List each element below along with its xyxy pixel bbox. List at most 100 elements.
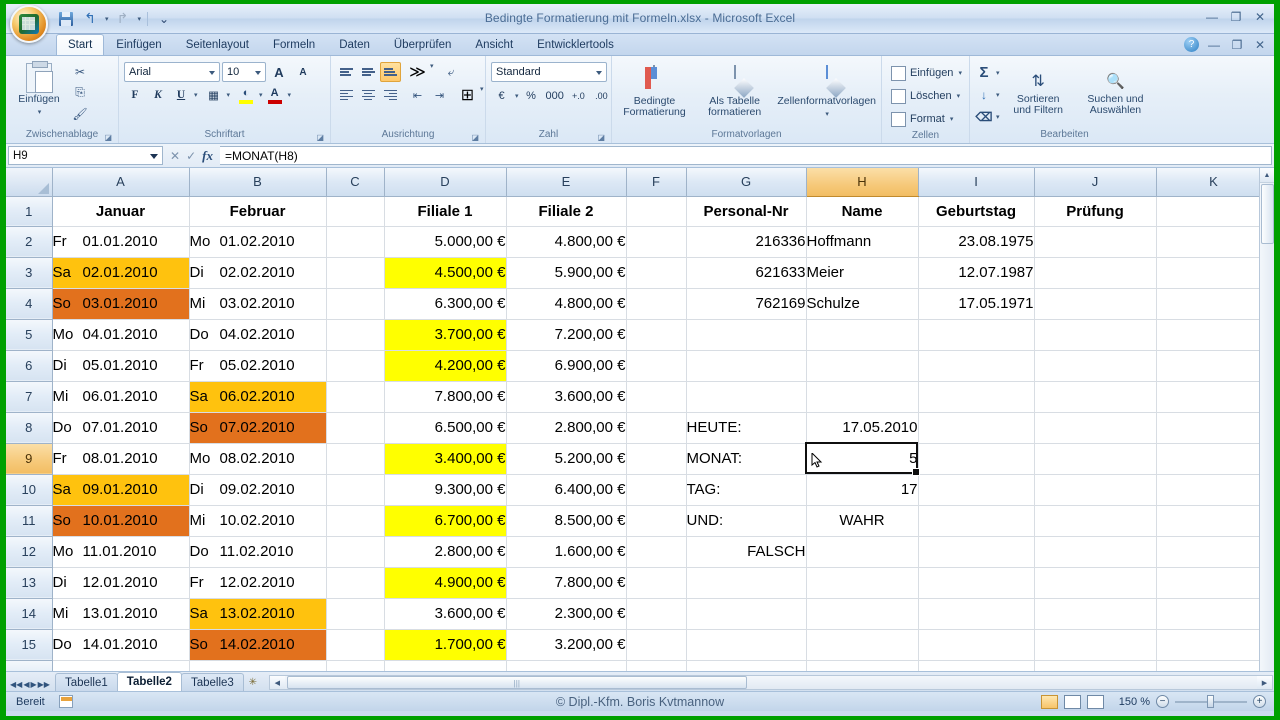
cell-A14[interactable]: Mi13.01.2010 bbox=[52, 598, 189, 629]
fill-button[interactable]: ↓ ▾ bbox=[975, 84, 1000, 105]
scroll-left-button[interactable]: ◀ bbox=[270, 676, 285, 689]
cell-C2[interactable] bbox=[326, 226, 384, 257]
cell-E3[interactable]: 5.900,00 € bbox=[506, 257, 626, 288]
cell-J16[interactable] bbox=[1034, 660, 1156, 671]
fill-color-dropdown-icon[interactable]: ▾ bbox=[259, 91, 263, 99]
cell-C1[interactable] bbox=[326, 196, 384, 226]
row-header-7[interactable]: 7 bbox=[6, 381, 52, 412]
cell-E10[interactable]: 6.400,00 € bbox=[506, 474, 626, 505]
cell-H2[interactable]: Hoffmann bbox=[806, 226, 918, 257]
cell-I14[interactable] bbox=[918, 598, 1034, 629]
cell-H4[interactable]: Schulze bbox=[806, 288, 918, 319]
bold-button[interactable]: F bbox=[124, 85, 146, 105]
cell-K9[interactable] bbox=[1156, 443, 1271, 474]
row-header-16[interactable]: 16 bbox=[6, 660, 52, 671]
cell-I2[interactable]: 23.08.1975 bbox=[918, 226, 1034, 257]
column-header-k[interactable]: K bbox=[1156, 168, 1271, 196]
cell-G15[interactable] bbox=[686, 629, 806, 660]
cell-E7[interactable]: 3.600,00 € bbox=[506, 381, 626, 412]
cell-J5[interactable] bbox=[1034, 319, 1156, 350]
shrink-font-button[interactable]: A bbox=[292, 62, 314, 82]
format-painter-button[interactable]: 🖌 bbox=[70, 104, 90, 123]
cell-E9[interactable]: 5.200,00 € bbox=[506, 443, 626, 474]
cell-G5[interactable] bbox=[686, 319, 806, 350]
scroll-up-button[interactable]: ▲ bbox=[1260, 168, 1274, 183]
cell-F13[interactable] bbox=[626, 567, 686, 598]
wrap-text-button[interactable]: ⤶ bbox=[441, 62, 462, 82]
cell-H16[interactable] bbox=[806, 660, 918, 671]
cell-H1[interactable]: Name bbox=[806, 196, 918, 226]
tab-einfuegen[interactable]: Einfügen bbox=[104, 34, 173, 55]
cell-G6[interactable] bbox=[686, 350, 806, 381]
first-sheet-button[interactable]: ◀◀ bbox=[10, 680, 22, 689]
cancel-formula-icon[interactable]: ✕ bbox=[170, 149, 180, 163]
row-header-8[interactable]: 8 bbox=[6, 412, 52, 443]
tab-formeln[interactable]: Formeln bbox=[261, 34, 327, 55]
font-dialog-launcher[interactable]: ◪ bbox=[316, 133, 324, 142]
align-middle-button[interactable] bbox=[358, 62, 379, 82]
cell-J13[interactable] bbox=[1034, 567, 1156, 598]
orientation-dropdown-icon[interactable]: ▾ bbox=[430, 62, 434, 82]
cell-D7[interactable]: 7.800,00 € bbox=[384, 381, 506, 412]
cell-J14[interactable] bbox=[1034, 598, 1156, 629]
align-center-button[interactable] bbox=[358, 85, 379, 105]
number-format-combo[interactable]: Standard bbox=[491, 62, 607, 82]
cell-D5[interactable]: 3.700,00 € bbox=[384, 319, 506, 350]
cell-D10[interactable]: 9.300,00 € bbox=[384, 474, 506, 505]
cell-K3[interactable] bbox=[1156, 257, 1271, 288]
cell-C11[interactable] bbox=[326, 505, 384, 536]
cell-K10[interactable] bbox=[1156, 474, 1271, 505]
row-header-5[interactable]: 5 bbox=[6, 319, 52, 350]
cell-K2[interactable] bbox=[1156, 226, 1271, 257]
font-name-combo[interactable]: Arial bbox=[124, 62, 220, 82]
cell-I5[interactable] bbox=[918, 319, 1034, 350]
formula-input[interactable]: =MONAT(H8) bbox=[220, 146, 1272, 165]
cell-F3[interactable] bbox=[626, 257, 686, 288]
cell-F9[interactable] bbox=[626, 443, 686, 474]
cell-A10[interactable]: Sa09.01.2010 bbox=[52, 474, 189, 505]
cell-E1[interactable]: Filiale 2 bbox=[506, 196, 626, 226]
cell-C14[interactable] bbox=[326, 598, 384, 629]
tab-seitenlayout[interactable]: Seitenlayout bbox=[174, 34, 261, 55]
autosum-dropdown-icon[interactable]: ▾ bbox=[996, 69, 1000, 77]
row-header-11[interactable]: 11 bbox=[6, 505, 52, 536]
cell-B10[interactable]: Di09.02.2010 bbox=[189, 474, 326, 505]
prev-sheet-button[interactable]: ◀ bbox=[23, 680, 29, 689]
cell-G2[interactable]: 216336 bbox=[686, 226, 806, 257]
clear-dropdown-icon[interactable]: ▾ bbox=[996, 113, 1000, 121]
cell-A8[interactable]: Do07.01.2010 bbox=[52, 412, 189, 443]
cell-H5[interactable] bbox=[806, 319, 918, 350]
column-header-a[interactable]: A bbox=[52, 168, 189, 196]
cell-K1[interactable] bbox=[1156, 196, 1271, 226]
format-cells-button[interactable]: Format ▾ bbox=[887, 108, 957, 130]
cell-J9[interactable] bbox=[1034, 443, 1156, 474]
column-header-i[interactable]: I bbox=[918, 168, 1034, 196]
cell-K15[interactable] bbox=[1156, 629, 1271, 660]
cell-K8[interactable] bbox=[1156, 412, 1271, 443]
cell-I9[interactable] bbox=[918, 443, 1034, 474]
align-left-button[interactable] bbox=[336, 85, 357, 105]
cell-G8[interactable]: HEUTE: bbox=[686, 412, 806, 443]
cell-G3[interactable]: 621633 bbox=[686, 257, 806, 288]
borders-button[interactable]: ▦ bbox=[203, 85, 225, 105]
font-color-button[interactable]: A bbox=[264, 85, 286, 105]
cell-E2[interactable]: 4.800,00 € bbox=[506, 226, 626, 257]
cell-I10[interactable] bbox=[918, 474, 1034, 505]
cell-B6[interactable]: Fr05.02.2010 bbox=[189, 350, 326, 381]
clear-button[interactable]: ⌫ ▾ bbox=[975, 106, 1000, 127]
vertical-scroll-thumb[interactable] bbox=[1261, 184, 1274, 244]
cell-F10[interactable] bbox=[626, 474, 686, 505]
cell-E13[interactable]: 7.800,00 € bbox=[506, 567, 626, 598]
cell-B14[interactable]: Sa13.02.2010 bbox=[189, 598, 326, 629]
confirm-formula-icon[interactable]: ✓ bbox=[186, 149, 196, 163]
decrease-indent-button[interactable]: ⇤ bbox=[407, 85, 428, 105]
align-bottom-button[interactable] bbox=[380, 62, 401, 82]
row-header-4[interactable]: 4 bbox=[6, 288, 52, 319]
cell-G13[interactable] bbox=[686, 567, 806, 598]
cellstyles-dropdown-icon[interactable]: ▾ bbox=[825, 111, 829, 118]
thousands-button[interactable]: 000 bbox=[544, 86, 566, 106]
cell-I7[interactable] bbox=[918, 381, 1034, 412]
cell-G1[interactable]: Personal-Nr bbox=[686, 196, 806, 226]
office-button[interactable] bbox=[10, 5, 48, 43]
cell-A9[interactable]: Fr08.01.2010 bbox=[52, 443, 189, 474]
